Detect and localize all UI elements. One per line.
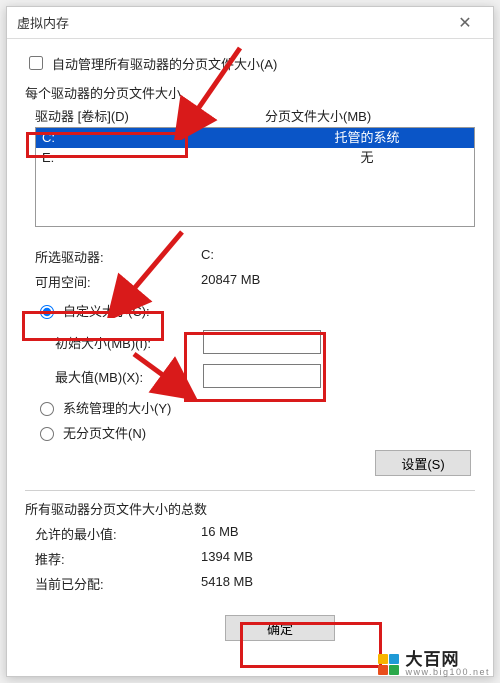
cur-row: 当前已分配: 5418 MB bbox=[35, 574, 475, 593]
rec-label: 推荐: bbox=[35, 549, 201, 568]
cur-label: 当前已分配: bbox=[35, 574, 201, 593]
drive-list-headers: 驱动器 [卷标](D) 分页文件大小(MB) bbox=[35, 106, 475, 125]
selected-drive-label: 所选驱动器: bbox=[35, 247, 201, 266]
virtual-memory-dialog: 虚拟内存 ✕ 自动管理所有驱动器的分页文件大小(A) 每个驱动器的分页文件大小 … bbox=[6, 6, 494, 677]
brand-name: 大百网 bbox=[405, 651, 490, 668]
brand-logo-icon bbox=[377, 653, 399, 675]
radio-none-row[interactable]: 无分页文件(N) bbox=[35, 423, 475, 442]
selected-drive-value: C: bbox=[201, 247, 475, 266]
ok-button[interactable]: 确定 bbox=[225, 615, 335, 641]
drive-row-e[interactable]: E: 无 bbox=[36, 148, 474, 168]
header-size: 分页文件大小(MB) bbox=[265, 106, 475, 125]
window-title: 虚拟内存 bbox=[17, 13, 69, 32]
available-space-value: 20847 MB bbox=[201, 272, 475, 291]
drive-letter: C: bbox=[42, 128, 266, 148]
watermark: 大百网 www.big100.net bbox=[373, 649, 494, 679]
radio-system[interactable] bbox=[40, 402, 54, 416]
auto-manage-label: 自动管理所有驱动器的分页文件大小(A) bbox=[52, 54, 277, 73]
drive-status: 托管的系统 bbox=[266, 128, 468, 148]
close-icon[interactable]: ✕ bbox=[445, 13, 485, 33]
auto-manage-checkbox[interactable] bbox=[29, 56, 43, 70]
drive-letter: E: bbox=[42, 148, 266, 168]
selected-drive-row: 所选驱动器: C: bbox=[35, 247, 475, 266]
max-size-row: 最大值(MB)(X): bbox=[35, 364, 475, 388]
initial-size-label: 初始大小(MB)(I): bbox=[35, 333, 203, 352]
drive-list[interactable]: C: 托管的系统 E: 无 bbox=[35, 127, 475, 227]
auto-manage-row[interactable]: 自动管理所有驱动器的分页文件大小(A) bbox=[25, 53, 475, 73]
rec-row: 推荐: 1394 MB bbox=[35, 549, 475, 568]
titlebar: 虚拟内存 ✕ bbox=[7, 7, 493, 39]
divider bbox=[25, 490, 475, 491]
totals-heading: 所有驱动器分页文件大小的总数 bbox=[25, 499, 475, 518]
radio-system-label: 系统管理的大小(Y) bbox=[63, 398, 171, 417]
drive-status: 无 bbox=[266, 148, 468, 168]
available-space-row: 可用空间: 20847 MB bbox=[35, 272, 475, 291]
per-drive-heading: 每个驱动器的分页文件大小 bbox=[25, 83, 475, 102]
min-row: 允许的最小值: 16 MB bbox=[35, 524, 475, 543]
min-label: 允许的最小值: bbox=[35, 524, 201, 543]
available-space-label: 可用空间: bbox=[35, 272, 201, 291]
radio-custom-label: 自定义大小(C): bbox=[63, 301, 150, 320]
dialog-content: 自动管理所有驱动器的分页文件大小(A) 每个驱动器的分页文件大小 驱动器 [卷标… bbox=[7, 39, 493, 676]
rec-value: 1394 MB bbox=[201, 549, 475, 568]
drive-row-c[interactable]: C: 托管的系统 bbox=[36, 128, 474, 148]
set-button[interactable]: 设置(S) bbox=[375, 450, 471, 476]
brand-url: www.big100.net bbox=[405, 668, 490, 677]
max-size-input[interactable] bbox=[203, 364, 321, 388]
min-value: 16 MB bbox=[201, 524, 475, 543]
max-size-label: 最大值(MB)(X): bbox=[35, 367, 203, 386]
radio-none[interactable] bbox=[40, 427, 54, 441]
header-drive: 驱动器 [卷标](D) bbox=[35, 106, 265, 125]
radio-custom[interactable] bbox=[40, 305, 54, 319]
radio-custom-row[interactable]: 自定义大小(C): bbox=[35, 301, 475, 320]
cur-value: 5418 MB bbox=[201, 574, 475, 593]
radio-none-label: 无分页文件(N) bbox=[63, 423, 146, 442]
initial-size-input[interactable] bbox=[203, 330, 321, 354]
initial-size-row: 初始大小(MB)(I): bbox=[35, 330, 475, 354]
radio-system-row[interactable]: 系统管理的大小(Y) bbox=[35, 398, 475, 417]
